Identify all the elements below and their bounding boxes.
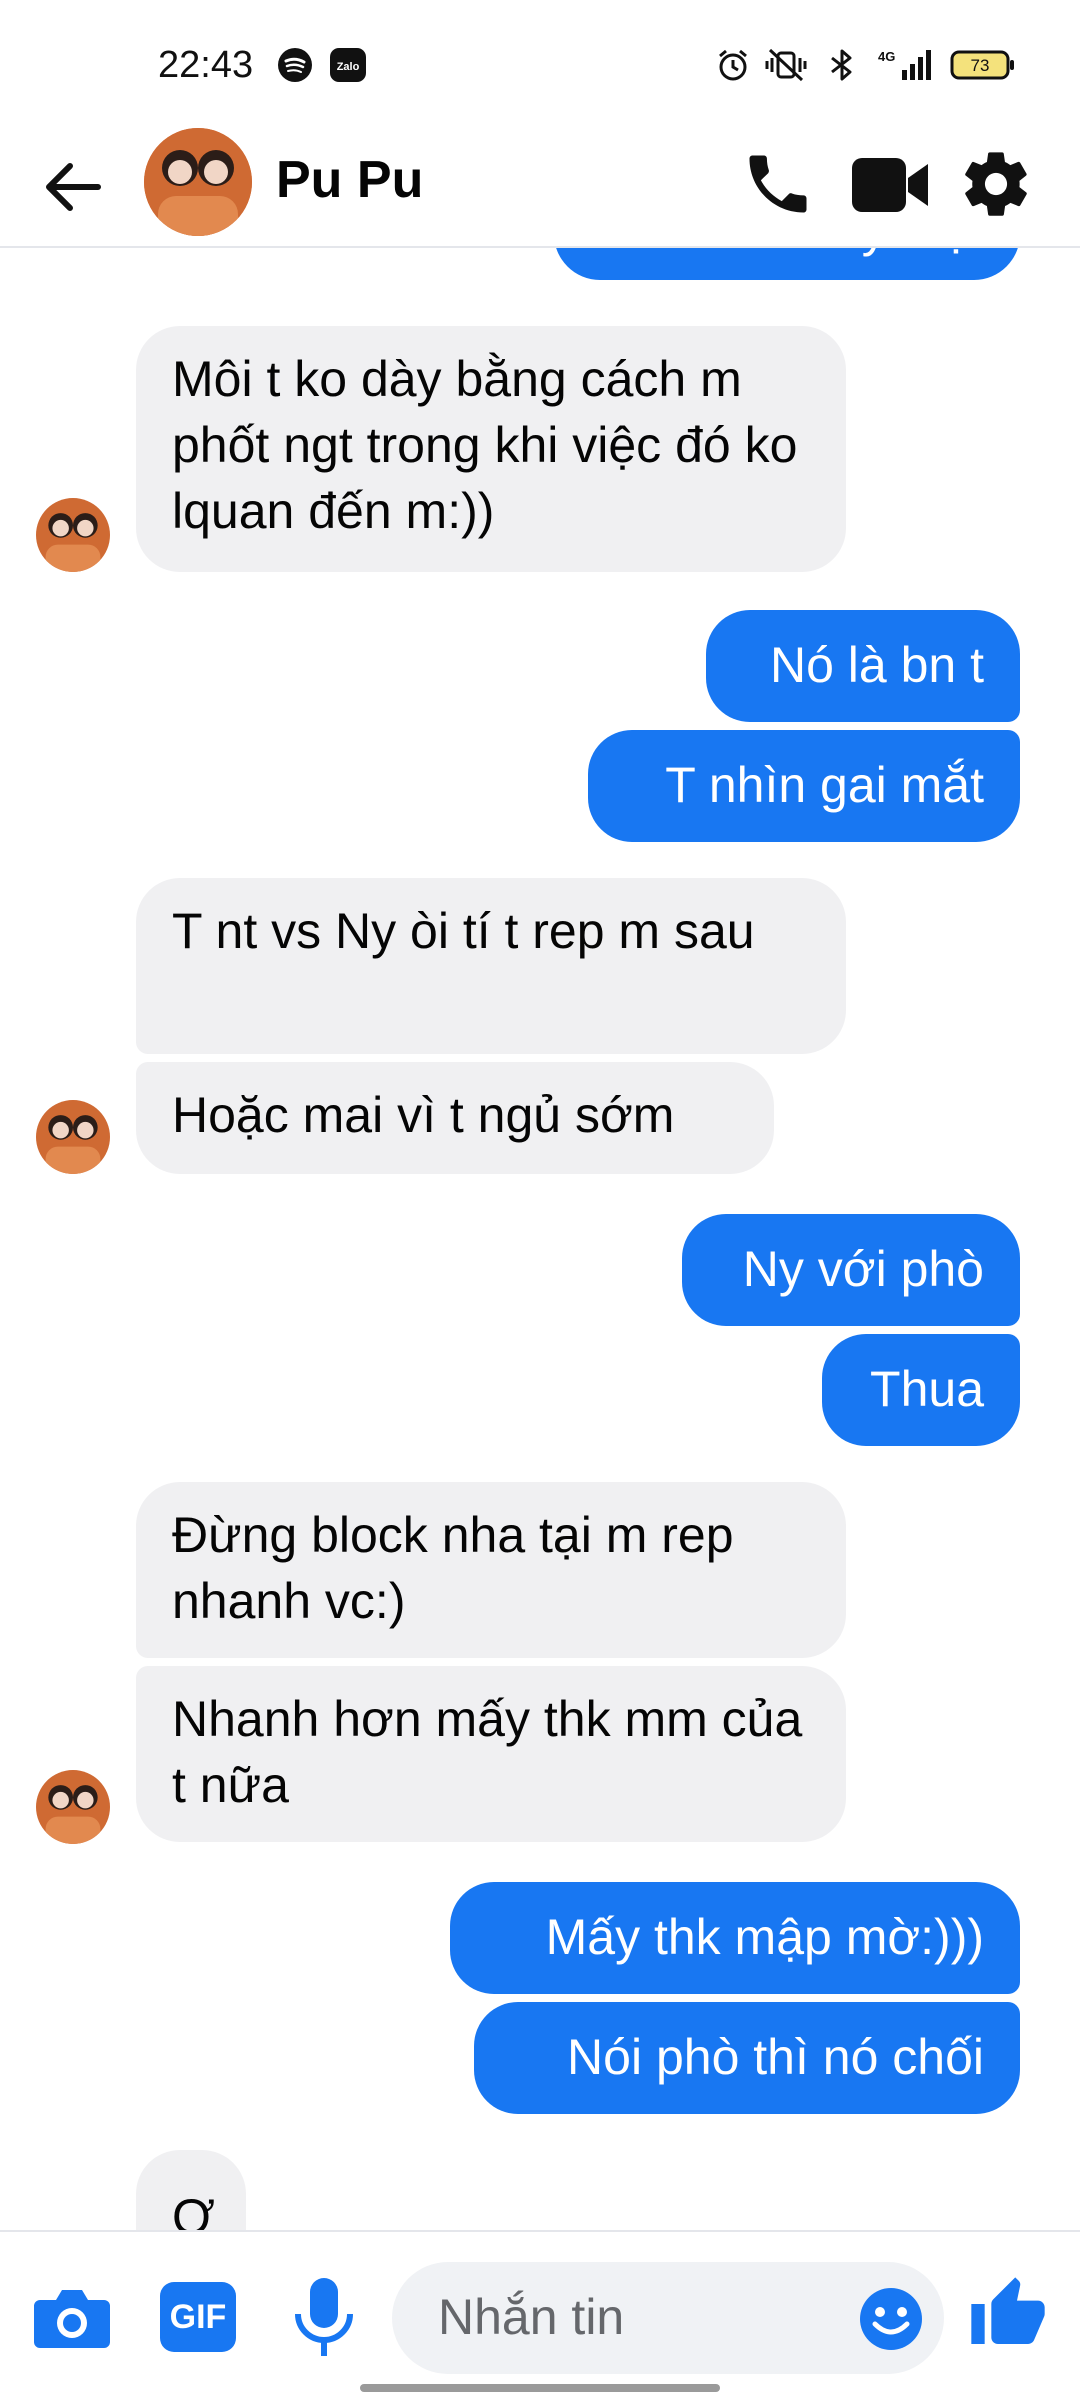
message-outgoing[interactable]: Nó là bn t: [706, 610, 1020, 722]
phone-icon[interactable]: [740, 146, 816, 222]
message-outgoing[interactable]: Ny với phò: [682, 1214, 1020, 1326]
sender-avatar[interactable]: [36, 1770, 110, 1844]
battery-level: 73: [971, 56, 990, 75]
spotify-icon: [278, 48, 312, 87]
message-incoming[interactable]: T nt vs Ny òi tí t rep m sau: [136, 878, 846, 1054]
message-incoming[interactable]: Hoặc mai vì t ngủ sớm: [136, 1062, 774, 1174]
sender-avatar[interactable]: [36, 498, 110, 572]
message-outgoing[interactable]: Mấy thk mập mờ:))): [450, 1882, 1020, 1994]
message-list[interactable]: Xinh tù đày mặt Môi t ko dày bằng cách m…: [0, 248, 1080, 2230]
message-outgoing[interactable]: Xinh tù đày mặt: [554, 248, 1020, 280]
microphone-icon[interactable]: [290, 2276, 358, 2358]
emoji-icon[interactable]: [858, 2286, 924, 2352]
sender-avatar[interactable]: [36, 1100, 110, 1174]
message-input[interactable]: Nhắn tin: [392, 2262, 944, 2374]
camera-icon[interactable]: [32, 2282, 112, 2352]
message-outgoing[interactable]: T nhìn gai mắt: [588, 730, 1020, 842]
message-incoming[interactable]: Môi t ko dày bằng cách m phốt ngt trong …: [136, 326, 846, 572]
message-outgoing[interactable]: Thua: [822, 1334, 1020, 1446]
bluetooth-icon: [826, 48, 860, 87]
signal-icon: 4G: [874, 48, 934, 87]
status-bar: 22:43 Zalo 4G 73: [0, 0, 1080, 128]
chat-header: Pu Pu: [0, 128, 1080, 248]
message-incoming[interactable]: Nhanh hơn mấy thk mm của t nữa: [136, 1666, 846, 1842]
avatar[interactable]: [144, 128, 252, 236]
message-input-placeholder: Nhắn tin: [438, 2289, 625, 2345]
video-camera-icon[interactable]: [850, 154, 930, 216]
home-indicator[interactable]: [360, 2384, 720, 2392]
message-incoming[interactable]: Ơ: [136, 2150, 246, 2230]
contact-name[interactable]: Pu Pu: [276, 150, 423, 210]
message-composer: GIF Nhắn tin: [0, 2230, 1080, 2402]
zalo-icon: Zalo: [330, 48, 366, 87]
vibrate-icon: [764, 48, 808, 87]
zalo-label: Zalo: [337, 61, 360, 73]
thumbs-up-icon[interactable]: [968, 2274, 1048, 2354]
message-incoming[interactable]: Đừng block nha tại m rep nhanh vc:): [136, 1482, 846, 1658]
network-type: 4G: [878, 49, 895, 64]
back-arrow-icon[interactable]: [38, 152, 108, 222]
status-time: 22:43: [158, 44, 254, 86]
message-outgoing[interactable]: Nói phò thì nó chối: [474, 2002, 1020, 2114]
gear-icon[interactable]: [958, 146, 1034, 222]
gif-icon[interactable]: GIF: [160, 2282, 236, 2352]
battery-icon: 73: [950, 50, 1016, 85]
alarm-icon: [716, 48, 750, 87]
